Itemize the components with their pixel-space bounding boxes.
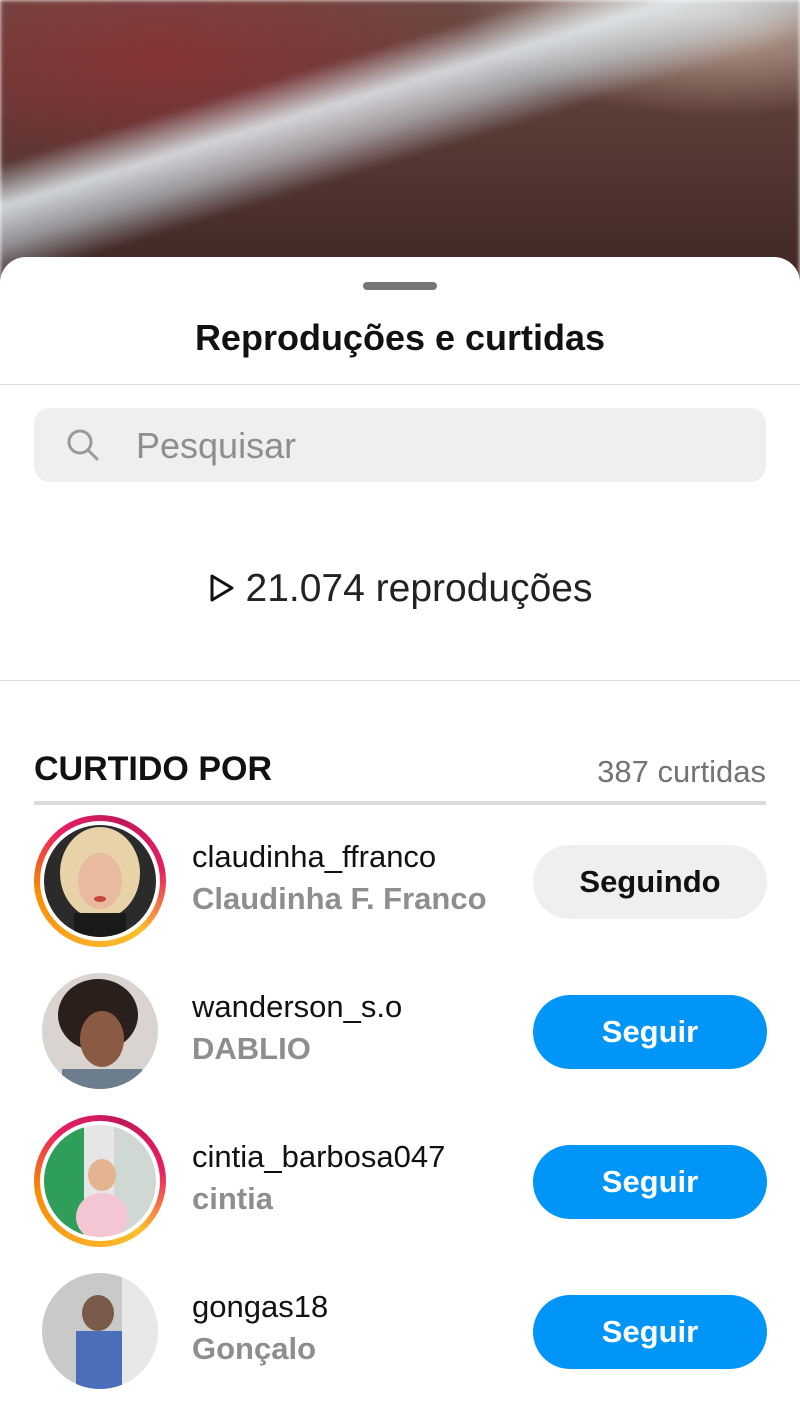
avatar-story-ring[interactable]	[34, 1115, 166, 1247]
username[interactable]: cintia_barbosa047	[192, 1139, 445, 1175]
full-name: Claudinha F. Franco	[192, 881, 487, 916]
avatar	[42, 973, 158, 1089]
list-item[interactable]: cintia_barbosa047 cintia Seguir	[0, 1115, 800, 1265]
avatar-image	[42, 973, 158, 1089]
section-underline	[34, 801, 766, 805]
play-icon	[210, 574, 234, 602]
plays-count: 21.074 reproduções	[0, 567, 800, 611]
username[interactable]: gongas18	[192, 1289, 328, 1325]
plays-text: 21.074 reproduções	[245, 567, 593, 610]
avatar-container[interactable]	[34, 1265, 166, 1397]
drag-handle[interactable]	[363, 282, 437, 290]
video-background	[0, 0, 800, 300]
avatar-container[interactable]	[34, 965, 166, 1097]
list-item[interactable]: wanderson_s.o DABLIO Seguir	[0, 965, 800, 1115]
full-name: DABLIO	[192, 1031, 311, 1066]
avatar	[44, 1125, 156, 1237]
following-button[interactable]: Seguindo	[533, 845, 767, 919]
search-bar[interactable]	[34, 408, 766, 484]
avatar-image	[44, 1125, 156, 1237]
avatar-story-ring[interactable]	[34, 815, 166, 947]
avatar-image	[44, 825, 156, 937]
likes-count: 387 curtidas	[597, 754, 766, 789]
follow-button[interactable]: Seguir	[533, 1145, 767, 1219]
full-name: cintia	[192, 1181, 273, 1216]
full-name: Gonçalo	[192, 1331, 317, 1366]
follow-button[interactable]: Seguir	[533, 995, 767, 1069]
follow-button[interactable]: Seguir	[533, 1295, 767, 1369]
username[interactable]: wanderson_s.o	[192, 989, 402, 1025]
list-item[interactable]: claudinha_ffranco Claudinha F. Franco Se…	[0, 815, 800, 965]
list-item[interactable]: gongas18 Gonçalo Seguir	[0, 1265, 800, 1415]
bottom-sheet: Reproduções e curtidas 21.074 reproduçõe…	[0, 257, 800, 1389]
liked-by-header: CURTIDO POR	[34, 750, 272, 788]
search-input[interactable]	[134, 408, 738, 484]
divider	[0, 384, 800, 385]
avatar	[42, 1273, 158, 1389]
sheet-title: Reproduções e curtidas	[194, 317, 606, 358]
avatar-image	[42, 1273, 158, 1389]
avatar	[44, 825, 156, 937]
search-icon	[67, 429, 99, 461]
divider	[0, 680, 800, 681]
username[interactable]: claudinha_ffranco	[192, 839, 436, 875]
